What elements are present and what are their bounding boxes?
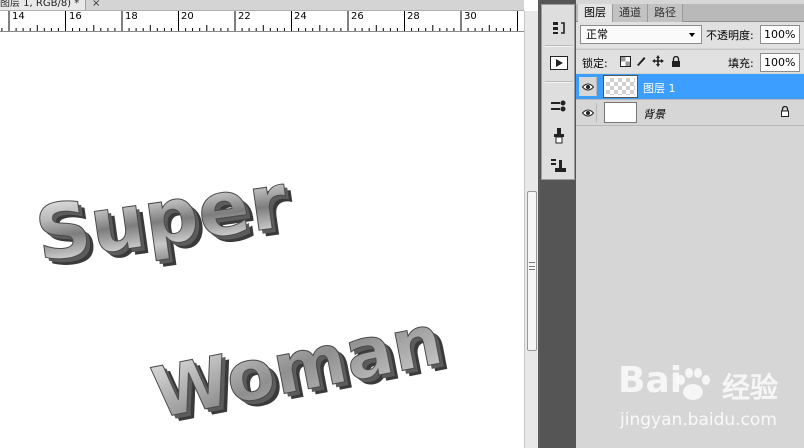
collapsed-panel-strip: [540, 0, 576, 448]
blend-mode-value: 正常: [586, 28, 608, 41]
history-icon[interactable]: [549, 19, 569, 37]
ruler-label: 28: [407, 11, 420, 22]
horizontal-ruler[interactable]: 14 16 18 20 22 24 26 28 30: [0, 11, 524, 32]
opacity-label: 不透明度:: [706, 29, 754, 42]
panel-icon-group: [541, 4, 575, 180]
tab-channels[interactable]: 通道: [613, 4, 648, 22]
lock-position-icon[interactable]: [651, 54, 665, 68]
chevron-down-icon: [689, 33, 695, 37]
lock-label: 锁定:: [582, 57, 608, 70]
tool-presets-icon[interactable]: [549, 157, 569, 175]
document-tab[interactable]: 图层 1, RGB/8) *: [0, 0, 87, 10]
ruler-label: 24: [294, 11, 307, 22]
layer-row-background[interactable]: 背景: [576, 100, 804, 126]
actions-icon[interactable]: [549, 54, 569, 72]
lock-icon: [780, 105, 792, 118]
layers-panel: 图层 通道 路径 正常 不透明度: 100% 锁定: 填充: 100% 图层 1…: [576, 0, 804, 448]
ruler-label: 18: [125, 11, 138, 22]
blend-mode-select[interactable]: 正常: [580, 25, 702, 44]
lock-transparency-icon[interactable]: [618, 54, 632, 68]
close-icon[interactable]: ×: [92, 0, 100, 10]
vertical-scrollbar[interactable]: [524, 11, 538, 448]
fill-value: 100%: [764, 56, 796, 69]
eye-icon[interactable]: [579, 77, 597, 96]
super-face: Super: [30, 156, 293, 279]
layer-thumbnail: [604, 102, 637, 123]
woman-artwork: Woman Woman Woman: [145, 298, 456, 441]
tab-paths[interactable]: 路径: [648, 4, 683, 22]
scrollbar-thumb[interactable]: [527, 191, 537, 351]
ruler-label: 16: [69, 11, 82, 22]
tool-separator: [545, 45, 573, 47]
ruler-label: 26: [351, 11, 364, 22]
ruler-label: 22: [238, 11, 251, 22]
layer-name[interactable]: 图层 1: [643, 80, 676, 96]
image-canvas[interactable]: Super Super Super Woman Woman Woman: [0, 33, 524, 448]
clone-source-icon[interactable]: [549, 127, 569, 145]
tab-label: 通道: [619, 6, 641, 19]
layers-empty-area: [576, 127, 804, 448]
opacity-value: 100%: [764, 28, 796, 41]
lock-all-icon[interactable]: [669, 54, 683, 68]
tool-separator: [545, 81, 573, 83]
fill-label: 填充:: [728, 57, 754, 70]
document-tab-bar: 图层 1, RGB/8) * ×: [0, 0, 524, 11]
super-artwork: Super Super Super: [30, 155, 300, 285]
blend-row: 正常 不透明度: 100%: [576, 22, 804, 48]
ruler-label: 20: [181, 11, 194, 22]
layer-thumbnail: [603, 75, 638, 98]
document-window: 图层 1, RGB/8) * × 14 16 18 20 22 24 26 28…: [0, 0, 538, 448]
ruler-label: 30: [464, 11, 477, 22]
tab-layers[interactable]: 图层: [578, 4, 613, 23]
lock-pixels-icon[interactable]: [634, 54, 648, 68]
layers-list: 图层 1 背景: [576, 74, 804, 126]
document-tab-title: 图层 1, RGB/8) *: [0, 0, 80, 9]
tab-label: 路径: [654, 6, 676, 19]
lock-row: 锁定: 填充: 100%: [576, 49, 804, 73]
grip-icon: [529, 262, 535, 270]
tab-label: 图层: [584, 6, 606, 19]
panel-tab-bar: 图层 通道 路径: [576, 4, 804, 23]
ruler-label: 14: [12, 11, 25, 22]
fill-input[interactable]: 100%: [760, 53, 800, 72]
opacity-input[interactable]: 100%: [760, 25, 800, 44]
layer-name[interactable]: 背景: [643, 106, 665, 122]
eye-icon[interactable]: [579, 103, 597, 122]
layer-row-layer-1[interactable]: 图层 1: [576, 74, 804, 100]
brush-presets-icon[interactable]: [549, 97, 569, 115]
canvas-artwork: Super Super Super Woman Woman Woman: [30, 155, 456, 441]
